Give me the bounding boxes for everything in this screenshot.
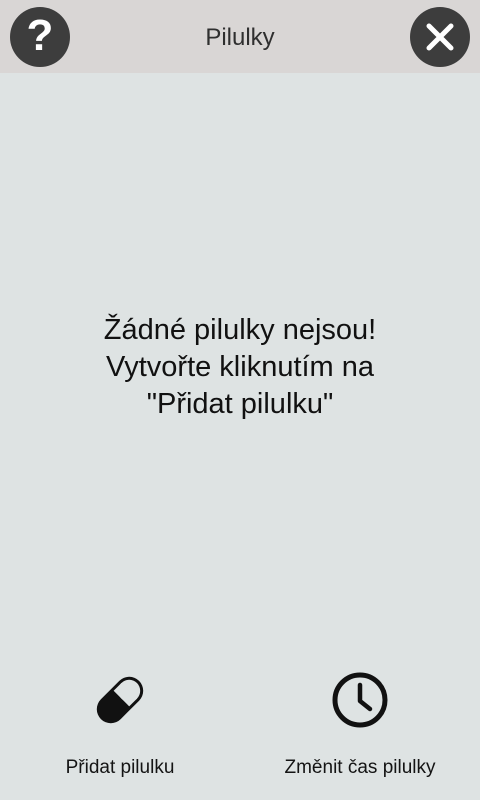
app-header: ? Pilulky xyxy=(0,0,480,73)
close-button[interactable] xyxy=(410,7,470,67)
pill-icon xyxy=(96,676,144,724)
add-pill-button[interactable]: Přidat pilulku xyxy=(40,660,200,790)
change-pill-time-button[interactable]: Změnit čas pilulky xyxy=(270,660,450,790)
clock-icon xyxy=(332,672,388,728)
empty-state-line-2: Vytvořte kliknutím na xyxy=(105,351,375,383)
add-pill-label: Přidat pilulku xyxy=(65,757,175,778)
help-button[interactable]: ? xyxy=(10,7,70,67)
close-icon xyxy=(426,23,454,51)
empty-state-line-1: Žádné pilulky nejsou! xyxy=(103,314,377,346)
question-mark-icon: ? xyxy=(26,11,54,60)
page-title: Pilulky xyxy=(205,24,275,51)
change-pill-time-label: Změnit čas pilulky xyxy=(284,757,436,778)
empty-state-message: Žádné pilulky nejsou! Vytvořte kliknutím… xyxy=(0,312,480,423)
empty-state-line-3: "Přidat pilulku" xyxy=(146,388,334,420)
